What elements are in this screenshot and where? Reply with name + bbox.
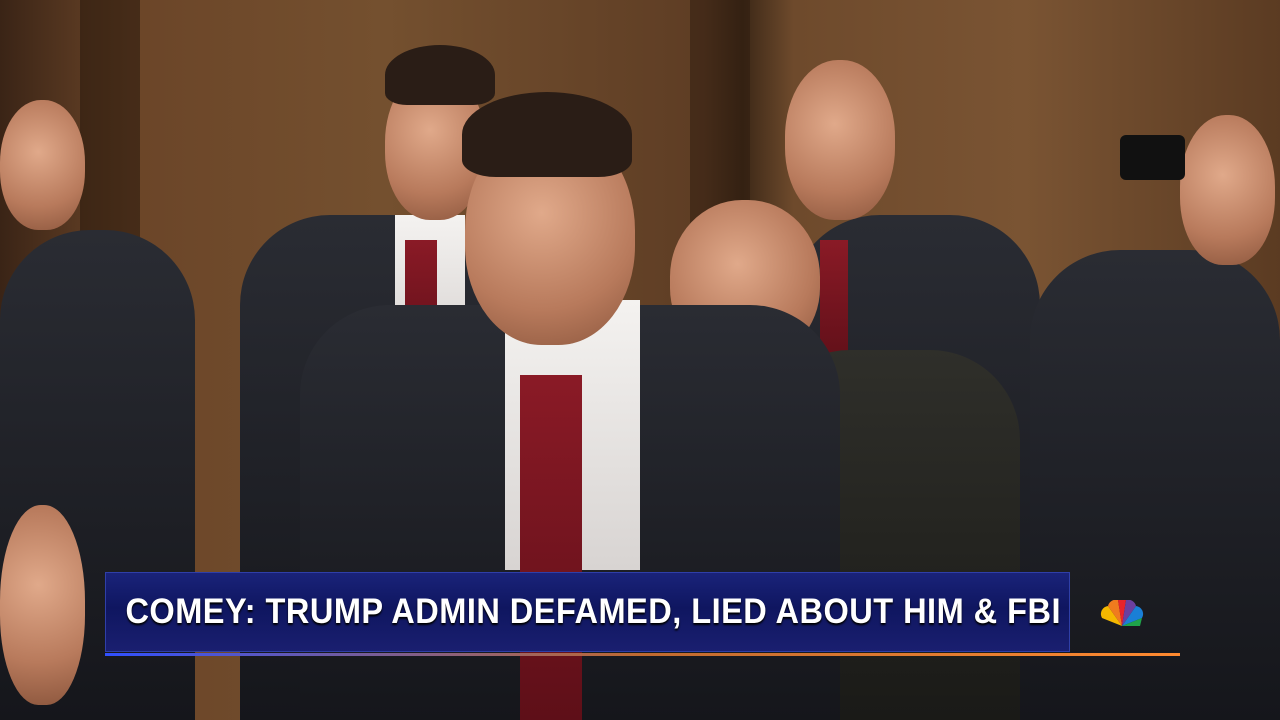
lower-third-banner: COMEY: TRUMP ADMIN DEFAMED, LIED ABOUT H… xyxy=(105,572,1180,656)
photographer-head xyxy=(1180,115,1275,265)
person-back-right-head xyxy=(785,60,895,220)
tie xyxy=(520,375,582,720)
hair xyxy=(385,45,495,105)
headline: COMEY: TRUMP ADMIN DEFAMED, LIED ABOUT H… xyxy=(125,592,1061,631)
person-lower-left xyxy=(0,505,85,705)
hair xyxy=(462,92,632,177)
camera xyxy=(1120,135,1185,180)
nbc-peacock-icon xyxy=(1100,600,1144,626)
person-left-head xyxy=(0,100,85,230)
